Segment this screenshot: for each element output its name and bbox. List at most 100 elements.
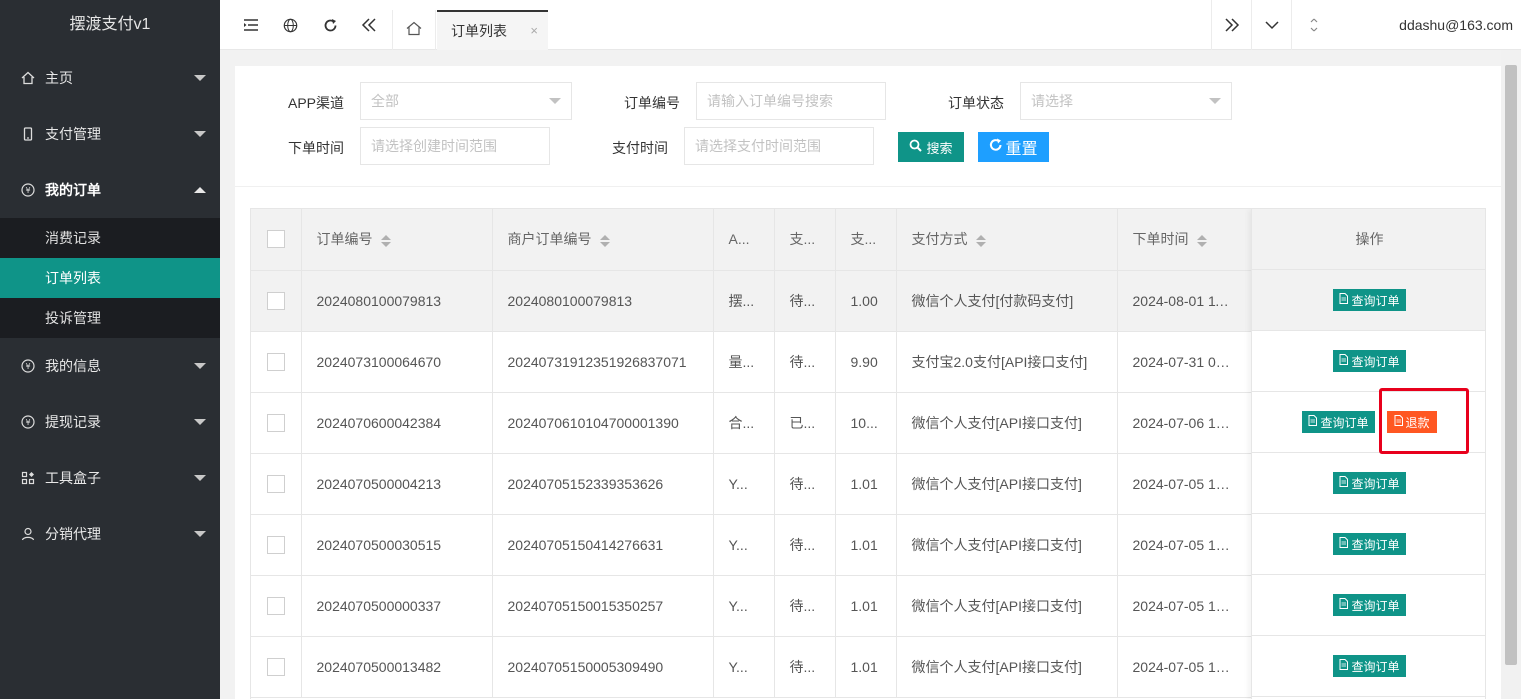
tab-home[interactable] (392, 10, 436, 50)
pay-time-input[interactable] (684, 127, 874, 165)
topbar: 订单列表 × ddashu@163.com (220, 0, 1521, 50)
query-order-button[interactable]: 查询订单 (1333, 350, 1406, 372)
refresh-icon[interactable] (319, 14, 341, 36)
chevron-down-icon (194, 531, 206, 537)
cell-order-no: 2024070500004213 (301, 453, 493, 515)
table-row: 2024070500000337 20240705150015350257 Y...… (251, 575, 1252, 637)
sidebar-subitem-order-list[interactable]: 订单列表 (0, 258, 220, 298)
order-no-label: 订单编号 (624, 95, 680, 111)
select-all-checkbox[interactable] (266, 230, 285, 249)
fullscreen-icon[interactable] (1291, 0, 1335, 50)
cell-pay-amount: 10... (835, 392, 897, 454)
sidebar-item-withdrawals[interactable]: ¥ 提现记录 (0, 394, 220, 450)
pay-time-label: 支付时间 (612, 140, 668, 156)
col-merchant-order-no[interactable]: 商户订单编号 (492, 209, 714, 271)
cell-pay-status: 已... (774, 392, 836, 454)
orders-table: 订单编号 商户订单编号 A... 支... 支... 支付方式 下单时间 202… (250, 208, 1486, 699)
cell-pay-amount: 1.01 (835, 636, 897, 698)
document-icon (1339, 659, 1349, 673)
col-actions: 操作 (1252, 209, 1485, 270)
sidebar-item-my-orders[interactable]: ¥ 我的订单 (0, 162, 220, 218)
query-order-button[interactable]: 查询订单 (1333, 533, 1406, 555)
query-order-label: 查询订单 (1351, 476, 1400, 491)
sidebar-item-label: 主页 (45, 70, 73, 86)
order-time-input[interactable] (360, 127, 550, 165)
app-channel-select[interactable]: 全部 (360, 82, 572, 120)
sort-icon[interactable] (599, 234, 610, 247)
user-email[interactable]: ddashu@163.com (1399, 17, 1513, 33)
query-order-button[interactable]: 查询订单 (1333, 655, 1406, 677)
document-icon (1339, 476, 1349, 490)
chevron-down-icon (549, 98, 561, 104)
cell-pay-status: 待... (774, 514, 836, 576)
phone-icon (20, 126, 36, 142)
sidebar-submenu: 消费记录 订单列表 投诉管理 (0, 218, 220, 338)
cell-pay-amount: 1.01 (835, 575, 897, 637)
sidebar-subitem-consumption[interactable]: 消费记录 (0, 218, 220, 258)
close-icon[interactable]: × (530, 23, 538, 38)
cell-app: Y... (713, 514, 775, 576)
row-checkbox[interactable] (266, 291, 285, 310)
col-order-no[interactable]: 订单编号 (301, 209, 493, 271)
search-button-label: 搜索 (926, 140, 953, 156)
double-chevron-left-icon[interactable] (358, 14, 380, 36)
sidebar-subitem-complaints[interactable]: 投诉管理 (0, 298, 220, 338)
cell-order-no: 2024070600042384 (301, 392, 493, 454)
refund-button[interactable]: 退款 (1386, 411, 1437, 433)
sidebar-item-toolbox[interactable]: 工具盒子 (0, 450, 220, 506)
cell-merchant-order-no: 20240705150005309490 (492, 636, 714, 698)
actions-cell: 查询订单 (1252, 331, 1485, 392)
actions-cell: 查询订单 (1252, 575, 1485, 636)
svg-text:¥: ¥ (25, 362, 30, 371)
sidebar-item-payment[interactable]: 支付管理 (0, 106, 220, 162)
row-select-cell (251, 636, 302, 698)
cell-pay-method: 微信个人支付[API接口支付] (896, 392, 1118, 454)
scrollbar-thumb[interactable] (1505, 65, 1517, 665)
query-order-button[interactable]: 查询订单 (1302, 411, 1375, 433)
col-pay-method[interactable]: 支付方式 (896, 209, 1118, 271)
row-checkbox[interactable] (266, 413, 285, 432)
yen-icon: ¥ (20, 358, 36, 374)
chevron-down-icon[interactable] (1251, 0, 1291, 50)
actions-body: 查询订单 查询订单 查询订单 退款 查询订单 查询订单 查询订单 查询订单 (1252, 270, 1485, 697)
col-app: A... (713, 209, 775, 271)
chevron-down-icon (194, 363, 206, 369)
sidebar-item-home[interactable]: 主页 (0, 50, 220, 106)
row-checkbox[interactable] (266, 474, 285, 493)
sort-icon[interactable] (1196, 234, 1207, 247)
document-icon (1339, 537, 1349, 551)
chevron-down-icon (194, 419, 206, 425)
order-status-select[interactable]: 请选择 (1020, 82, 1232, 120)
reset-button[interactable]: 重置 (978, 132, 1049, 162)
row-checkbox[interactable] (266, 657, 285, 676)
sort-icon[interactable] (380, 234, 391, 247)
table-row: 2024080100079813 2024080100079813 摆... 待...… (251, 270, 1252, 332)
sidebar: 摆渡支付v1 主页 支付管理 ¥ 我的订单 消费记录 订单列表 投诉管理 ¥ 我… (0, 0, 220, 699)
col-order-time[interactable]: 下单时间 (1117, 209, 1252, 271)
sidebar-item-my-info[interactable]: ¥ 我的信息 (0, 338, 220, 394)
cell-app: Y... (713, 453, 775, 515)
main-content: APP渠道 全部 订单编号 订单状态 请选择 下单时间 支付时间 搜索 重置 (235, 66, 1501, 699)
query-order-button[interactable]: 查询订单 (1333, 472, 1406, 494)
scrollbar[interactable] (1501, 50, 1521, 699)
menu-fold-icon[interactable] (240, 14, 262, 36)
query-order-button[interactable]: 查询订单 (1333, 594, 1406, 616)
globe-icon[interactable] (279, 14, 301, 36)
table-row: 2024073100064670 2024073191235192683707​1… (251, 331, 1252, 393)
row-checkbox[interactable] (266, 596, 285, 615)
row-checkbox[interactable] (266, 352, 285, 371)
sort-icon[interactable] (975, 234, 986, 247)
sidebar-item-distribution[interactable]: 分销代理 (0, 506, 220, 562)
table-row: 2024070500030515 20240705150414276631 Y...… (251, 514, 1252, 576)
topbar-right-tools: ddashu@163.com (1211, 0, 1521, 50)
double-chevron-right-icon[interactable] (1211, 0, 1251, 50)
row-checkbox[interactable] (266, 535, 285, 554)
order-no-input[interactable] (696, 82, 886, 120)
search-button[interactable]: 搜索 (898, 132, 964, 162)
chevron-down-icon (194, 75, 206, 81)
query-order-button[interactable]: 查询订单 (1333, 289, 1406, 311)
col-label: 商户订单编号 (507, 231, 592, 248)
cell-order-time: 2024-07-05 15:00:4 (1117, 575, 1252, 637)
tab-order-list[interactable]: 订单列表 × (437, 10, 548, 50)
cell-pay-method: 微信个人支付[API接口支付] (896, 453, 1118, 515)
